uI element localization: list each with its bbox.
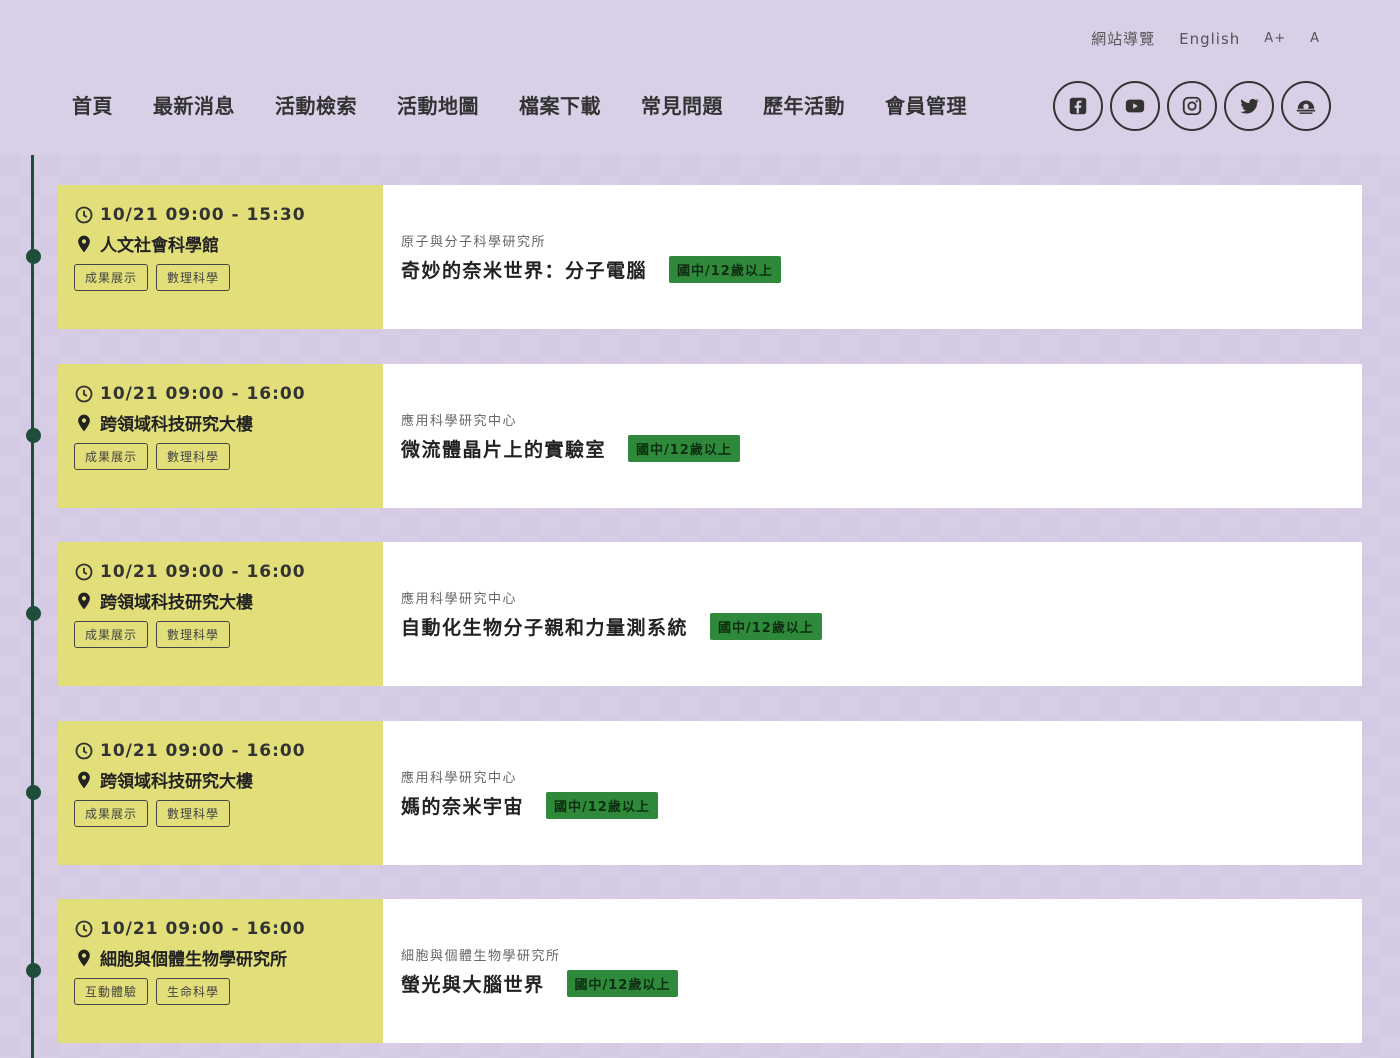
event-body: 應用科學研究中心 微流體晶片上的實驗室 國中/12歲以上: [383, 364, 1362, 508]
academia-sinica-button[interactable]: [1281, 81, 1331, 131]
site-header: 網站導覽 English A+ A 首頁 最新消息 活動檢索 活動地圖 檔案下載…: [0, 0, 1400, 155]
social-links: [1053, 81, 1331, 131]
event-card[interactable]: 10/21 09:00 - 15:30 人文社會科學館 成果展示 數理科學 原子…: [26, 185, 1362, 329]
event-org: 應用科學研究中心: [401, 592, 518, 607]
event-location: 跨領域科技研究大樓: [100, 415, 253, 435]
location-pin-icon: [78, 414, 90, 431]
event-card[interactable]: 10/21 09:00 - 16:00 跨領域科技研究大樓 成果展示 數理科學 …: [26, 721, 1362, 865]
clock-icon: [75, 920, 93, 938]
utility-bar: 網站導覽 English A+ A: [1091, 28, 1320, 49]
timeline-dot: [26, 249, 41, 264]
event-body: 應用科學研究中心 自動化生物分子親和力量測系統 國中/12歲以上: [383, 542, 1362, 686]
event-tag[interactable]: 數理科學: [156, 264, 231, 291]
sitemap-link[interactable]: 網站導覽: [1091, 28, 1155, 49]
instagram-button[interactable]: [1167, 81, 1217, 131]
english-link[interactable]: English: [1179, 30, 1240, 48]
nav-item-member[interactable]: 會員管理: [885, 88, 967, 124]
event-location: 人文社會科學館: [100, 236, 219, 256]
event-meta: 10/21 09:00 - 16:00 跨領域科技研究大樓 成果展示 數理科學: [58, 364, 383, 508]
event-card[interactable]: 10/21 09:00 - 16:00 細胞與個體生物學研究所 互動體驗 生命科…: [26, 899, 1362, 1043]
event-time: 10/21 09:00 - 16:00: [100, 741, 306, 761]
clock-icon: [75, 206, 93, 224]
event-location: 細胞與個體生物學研究所: [100, 950, 287, 970]
event-tag[interactable]: 生命科學: [156, 978, 231, 1005]
location-pin-icon: [78, 235, 90, 252]
nav-item-news[interactable]: 最新消息: [153, 88, 235, 124]
clock-icon: [75, 385, 93, 403]
timeline-dot: [26, 785, 41, 800]
event-time: 10/21 09:00 - 16:00: [100, 562, 306, 582]
event-org: 應用科學研究中心: [401, 414, 518, 429]
event-title[interactable]: 自動化生物分子親和力量測系統: [401, 613, 688, 640]
twitter-icon: [1240, 98, 1259, 114]
event-tag[interactable]: 互動體驗: [74, 978, 149, 1005]
location-pin-icon: [78, 592, 90, 609]
event-tag[interactable]: 數理科學: [156, 800, 231, 827]
timeline-dot: [26, 963, 41, 978]
age-badge: 國中/12歲以上: [628, 435, 740, 462]
nav-item-map[interactable]: 活動地圖: [397, 88, 479, 124]
font-larger-button[interactable]: A+: [1264, 31, 1286, 46]
event-meta: 10/21 09:00 - 16:00 跨領域科技研究大樓 成果展示 數理科學: [58, 542, 383, 686]
event-time: 10/21 09:00 - 15:30: [100, 205, 306, 225]
event-org: 原子與分子科學研究所: [401, 235, 547, 250]
youtube-icon: [1125, 99, 1145, 113]
clock-icon: [75, 563, 93, 581]
event-tag[interactable]: 成果展示: [74, 621, 149, 648]
clock-icon: [75, 742, 93, 760]
event-title[interactable]: 螢光與大腦世界: [401, 970, 545, 997]
main-nav: 首頁 最新消息 活動檢索 活動地圖 檔案下載 常見問題 歷年活動 會員管理: [72, 88, 967, 124]
youtube-button[interactable]: [1110, 81, 1160, 131]
event-tag[interactable]: 成果展示: [74, 443, 149, 470]
facebook-button[interactable]: [1053, 81, 1103, 131]
event-time: 10/21 09:00 - 16:00: [100, 384, 306, 404]
event-body: 應用科學研究中心 媽的奈米宇宙 國中/12歲以上: [383, 721, 1362, 865]
age-badge: 國中/12歲以上: [669, 256, 781, 283]
age-badge: 國中/12歲以上: [566, 970, 679, 997]
location-pin-icon: [78, 949, 90, 966]
nav-item-search[interactable]: 活動檢索: [275, 88, 357, 124]
event-time: 10/21 09:00 - 16:00: [100, 919, 306, 939]
timeline-dot: [26, 428, 41, 443]
event-meta: 10/21 09:00 - 16:00 跨領域科技研究大樓 成果展示 數理科學: [58, 721, 383, 865]
facebook-icon: [1069, 97, 1087, 115]
event-timeline: 10/21 09:00 - 15:30 人文社會科學館 成果展示 數理科學 原子…: [0, 155, 1400, 1058]
event-body: 原子與分子科學研究所 奇妙的奈米世界：分子電腦 國中/12歲以上: [383, 185, 1362, 329]
event-title[interactable]: 媽的奈米宇宙: [401, 792, 524, 819]
event-card[interactable]: 10/21 09:00 - 16:00 跨領域科技研究大樓 成果展示 數理科學 …: [26, 542, 1362, 686]
nav-item-downloads[interactable]: 檔案下載: [519, 88, 601, 124]
nav-item-history[interactable]: 歷年活動: [763, 88, 845, 124]
location-pin-icon: [78, 771, 90, 788]
event-title[interactable]: 奇妙的奈米世界：分子電腦: [401, 256, 647, 283]
font-normal-button[interactable]: A: [1310, 31, 1320, 46]
timeline-dot: [26, 606, 41, 621]
nav-item-home[interactable]: 首頁: [72, 88, 113, 124]
event-title[interactable]: 微流體晶片上的實驗室: [401, 435, 606, 462]
event-meta: 10/21 09:00 - 16:00 細胞與個體生物學研究所 互動體驗 生命科…: [58, 899, 383, 1043]
event-location: 跨領域科技研究大樓: [100, 772, 253, 792]
event-tag[interactable]: 數理科學: [156, 621, 231, 648]
event-tag[interactable]: 成果展示: [74, 264, 149, 291]
event-org: 應用科學研究中心: [401, 771, 518, 786]
twitter-button[interactable]: [1224, 81, 1274, 131]
nav-item-faq[interactable]: 常見問題: [641, 88, 723, 124]
instagram-icon: [1182, 96, 1202, 116]
event-location: 跨領域科技研究大樓: [100, 593, 253, 613]
event-tag[interactable]: 數理科學: [156, 443, 231, 470]
event-meta: 10/21 09:00 - 15:30 人文社會科學館 成果展示 數理科學: [58, 185, 383, 329]
age-badge: 國中/12歲以上: [710, 613, 822, 640]
event-body: 細胞與個體生物學研究所 螢光與大腦世界 國中/12歲以上: [383, 899, 1362, 1043]
age-badge: 國中/12歲以上: [546, 792, 658, 819]
event-tag[interactable]: 成果展示: [74, 800, 149, 827]
academia-sinica-icon: [1296, 100, 1316, 114]
event-card[interactable]: 10/21 09:00 - 16:00 跨領域科技研究大樓 成果展示 數理科學 …: [26, 364, 1362, 508]
event-org: 細胞與個體生物學研究所: [401, 949, 561, 964]
